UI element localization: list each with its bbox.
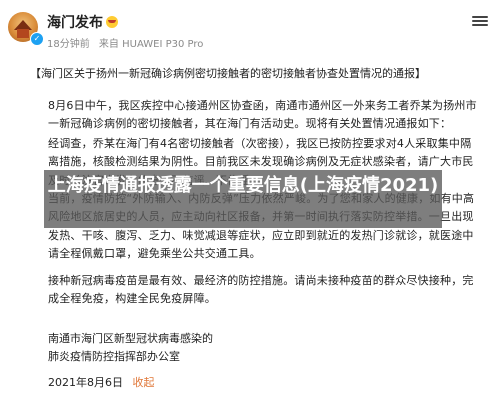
logo-wall xyxy=(17,29,29,38)
date-row: 2021年8月6日 收起 xyxy=(48,374,155,390)
post-source: 来自 HUAWEI P30 Pro xyxy=(98,39,204,50)
author-row: 海门发布 xyxy=(47,12,118,32)
emoji-icon xyxy=(106,16,118,28)
paragraph-1: 8月6日中午，我区疾控中心接通州区协查函，南通市通州区一外来务工者乔某为扬州市一… xyxy=(48,99,477,131)
headline-overlay: 上海疫情通报透露一个重要信息(上海疫情2021) xyxy=(44,170,442,228)
post-title: 【海门区关于扬州一新冠确诊病例密切接触者的密切接触者协查处置情况的通报】 xyxy=(30,67,426,80)
post-header: ✓ 海门发布 18分钟前 来自 HUAWEI P30 Pro xyxy=(0,0,500,62)
verified-badge-icon: ✓ xyxy=(30,32,44,46)
more-menu-icon[interactable] xyxy=(472,16,488,26)
post-meta: 18分钟前 来自 HUAWEI P30 Pro xyxy=(47,35,209,50)
post-date: 2021年8月6日 xyxy=(48,376,123,389)
author-name[interactable]: 海门发布 xyxy=(47,12,103,32)
sign-line-1: 南通市海门区新型冠状病毒感染的 xyxy=(48,332,213,345)
post-time: 18分钟前 xyxy=(47,39,90,50)
sign-line-2: 肺炎疫情防控指挥部办公室 xyxy=(48,350,180,363)
collapse-link[interactable]: 收起 xyxy=(133,376,155,389)
paragraph-4: 接种新冠病毒疫苗是最有效、最经济的防控措施。请尚未接种疫苗的群众尽快接种，完成全… xyxy=(48,274,474,306)
